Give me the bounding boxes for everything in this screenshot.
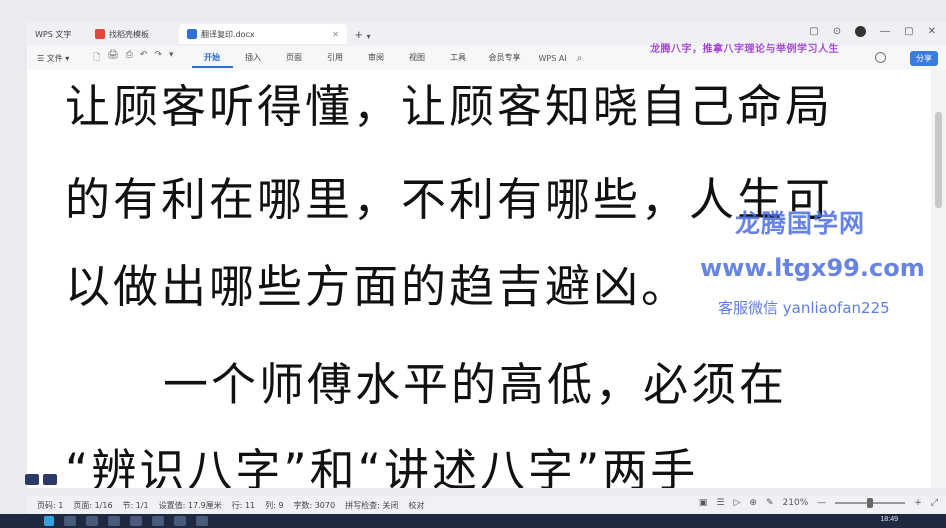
promo-banner-text: 龙腾八字，推拿八字理论与举例学习人生 [650, 44, 839, 55]
document-line: 一个师傅水平的高低，必须在 [163, 358, 788, 411]
document-line: “辨识八字”和“讲述八字”两手 [65, 444, 699, 488]
new-tab-button[interactable]: + ▾ [355, 27, 371, 42]
tab-current-document[interactable]: 翻译复印.docx ✕ [179, 24, 347, 44]
window-controls: ▢ ⊙ — ▢ ✕ [809, 26, 936, 37]
status-section: 节: 1/1 [122, 500, 149, 510]
vertical-scrollbar[interactable] [931, 70, 946, 488]
quick-access-toolbar: 🗋 🖨 ⎙ ↶ ↷ ▾ [93, 50, 174, 66]
status-row: 行: 11 [231, 500, 256, 510]
undo-icon[interactable]: ↶ [140, 50, 148, 66]
zoom-level[interactable]: 210% [783, 498, 809, 508]
zoom-out-button[interactable]: — [817, 498, 826, 508]
plus-icon: + [355, 26, 363, 42]
player-icon[interactable] [43, 474, 57, 485]
status-wordcount[interactable]: 字数: 3070 [293, 500, 335, 511]
watermark-url: www.ltgx99.com [700, 254, 925, 282]
edit-icon[interactable]: ✎ [766, 498, 774, 508]
menu-tools[interactable]: 工具 [438, 49, 479, 68]
docer-icon [95, 29, 105, 39]
view-controls: ▣ ☰ ▷ ⊕ ✎ 210% — + ⤢ [699, 498, 938, 508]
windows-taskbar: 18:49 [0, 514, 946, 528]
file-menu[interactable]: ☰ 文件 ▾ [37, 53, 85, 64]
fullscreen-icon[interactable]: ⤢ [931, 498, 938, 508]
status-page: 页码: 1 [37, 500, 64, 510]
taskbar-app-icon[interactable] [152, 516, 164, 526]
document-line: 让顾客听得懂，让顾客知晓自己命局 [65, 80, 834, 133]
outline-view-icon[interactable]: ☰ [716, 498, 724, 508]
web-view-icon[interactable]: ⊕ [749, 498, 757, 508]
minimize-button[interactable]: — [880, 26, 890, 37]
status-position: 设置值: 17.9厘米 [158, 500, 222, 510]
tab-wps-writer-label: WPS 文字 [35, 29, 72, 39]
print-icon[interactable]: 🖨 [107, 50, 118, 66]
document-line: 以做出哪些方面的趋吉避凶。 [65, 260, 690, 313]
status-spellcheck[interactable]: 拼写检查: 关闭 [345, 500, 398, 511]
close-tab-icon[interactable]: ✕ [332, 30, 339, 39]
taskbar-clock[interactable]: 18:49 [880, 516, 898, 523]
wps-writer-window: WPS 文字 找稻壳模板 翻译复印.docx ✕ + ▾ ▢ ⊙ — ▢ ✕ ☰ … [0, 0, 946, 528]
quick-access-more-icon[interactable]: ▾ [169, 50, 174, 66]
watermark-contact: 客服微信 yanliaofan225 [718, 299, 890, 317]
taskbar-app-icon[interactable] [130, 516, 142, 526]
print-preview-icon[interactable]: ⎙ [126, 50, 133, 66]
account-icon[interactable] [875, 52, 886, 63]
menu-insert[interactable]: 插入 [233, 49, 274, 68]
avatar[interactable] [855, 26, 867, 37]
wps-ai-button[interactable]: WPS AI [539, 54, 567, 63]
taskbar-app-icon[interactable] [174, 516, 186, 526]
taskbar-app-icon[interactable] [86, 516, 98, 526]
status-proofread[interactable]: 校对 [408, 500, 424, 511]
zoom-slider[interactable] [835, 498, 906, 508]
redo-icon[interactable]: ↷ [154, 50, 162, 66]
start-icon[interactable] [44, 516, 54, 526]
read-mode-icon[interactable]: ▷ [734, 498, 741, 508]
menu-review[interactable]: 审阅 [356, 49, 397, 68]
tab-template-store[interactable]: 找稻壳模板 [87, 24, 179, 44]
menu-page[interactable]: 页面 [274, 49, 315, 68]
floating-player-icons [25, 474, 57, 485]
menu-references[interactable]: 引用 [315, 49, 356, 68]
maximize-button[interactable]: ▢ [904, 26, 913, 37]
settings-icon[interactable]: ⊙ [833, 26, 841, 37]
taskbar-app-icon[interactable] [108, 516, 120, 526]
search-icon[interactable]: ⌕ [577, 53, 583, 64]
word-doc-icon [187, 29, 197, 39]
save-icon[interactable]: 🗋 [93, 50, 100, 66]
zoom-slider-knob[interactable] [867, 498, 874, 508]
scrollbar-thumb[interactable] [935, 112, 942, 208]
page-view-icon[interactable]: ▣ [699, 498, 708, 508]
taskbar-app-icon[interactable] [196, 516, 208, 526]
ribbon-menus: 开始 插入 页面 引用 审阅 视图 工具 会员专享 [191, 49, 531, 68]
status-bar: 页码: 1 页面: 1/16 节: 1/1 设置值: 17.9厘米 行: 11 … [27, 496, 946, 514]
tab-current-document-label: 翻译复印.docx [201, 29, 255, 39]
tab-template-store-label: 找稻壳模板 [109, 29, 149, 39]
player-icon[interactable] [25, 474, 39, 485]
menu-member[interactable]: 会员专享 [479, 49, 531, 68]
close-button[interactable]: ✕ [928, 26, 936, 37]
menu-home[interactable]: 开始 [191, 49, 233, 68]
document-line: 的有利在哪里，不利有哪些，人生可 [65, 173, 834, 226]
tab-wps-writer[interactable]: WPS 文字 [27, 24, 87, 44]
chevron-down-icon: ▾ [366, 31, 371, 41]
zoom-in-button[interactable]: + [914, 498, 922, 508]
share-button[interactable]: 分享 [910, 51, 938, 66]
menu-view[interactable]: 视图 [397, 49, 438, 68]
status-pages[interactable]: 页面: 1/16 [73, 500, 112, 511]
taskbar-app-icon[interactable] [64, 516, 76, 526]
status-col: 列: 9 [265, 500, 284, 510]
watermark-site-name: 龙腾国学网 [735, 209, 866, 238]
window-layout-icon[interactable]: ▢ [809, 26, 818, 37]
